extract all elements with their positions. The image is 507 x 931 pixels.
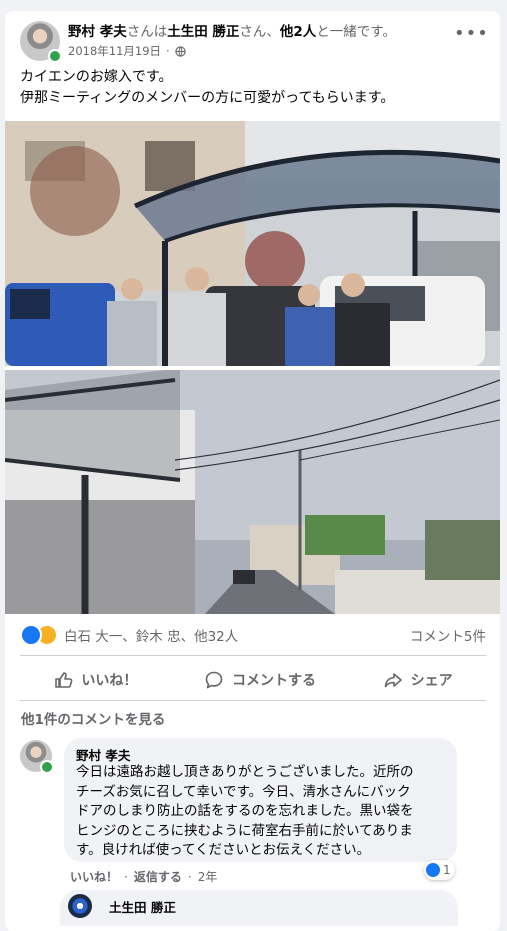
comment-label: コメントする — [231, 673, 316, 689]
thumbs-up-icon — [55, 672, 73, 688]
divider — [20, 700, 486, 701]
post-card: 野村 孝夫さんは土生田 勝正さん、他2人と一緒です。 2018年11月19日 ·… — [5, 11, 500, 931]
comment-text: 今日は遠路お越し頂きありがとうございました。近所の チーズお気に召して幸いです。… — [76, 763, 454, 861]
see-more-comments[interactable]: 他1件のコメントを見る — [21, 708, 165, 728]
post-body: カイエンのお嫁入です。 伊那ミーティングのメンバーの方に可愛がってもらいます。 — [20, 67, 490, 109]
more-options-button[interactable]: ••• — [454, 25, 488, 45]
post-header: 野村 孝夫さんは土生田 勝正さん、他2人と一緒です。 — [68, 23, 448, 41]
comment-age[interactable]: 2年 — [198, 868, 218, 885]
comment-text-line: チーズお気に召して幸いです。今日、清水さんにバック — [76, 783, 411, 800]
comment-button[interactable]: コメントする — [194, 664, 326, 696]
like-label: いいね！ — [81, 673, 138, 689]
share-arrow-icon — [384, 673, 402, 688]
post-date[interactable]: 2018年11月19日 — [68, 43, 161, 59]
others-suffix: と一緒です。 — [316, 24, 396, 40]
share-button[interactable]: シェア — [373, 664, 463, 696]
post-photo-group[interactable] — [5, 121, 500, 366]
comment-icon — [205, 671, 223, 689]
comment-author[interactable]: 野村 孝夫 — [76, 745, 130, 764]
post-actions: いいね！ コメントする シェア — [20, 662, 486, 698]
comment-reply-link[interactable]: 返信する — [134, 868, 182, 885]
tagged-others[interactable]: 他2人 — [280, 24, 316, 40]
with-text: さんは — [126, 24, 168, 40]
like-icon — [20, 624, 42, 646]
reaction-names[interactable]: 白石 大一、鈴木 忠、他32人 — [64, 625, 238, 645]
comment-like-link[interactable]: いいね！ — [70, 868, 118, 885]
online-status-dot — [40, 760, 54, 774]
like-icon — [426, 863, 440, 877]
post-body-line: 伊那ミーティングのメンバーの方に可愛がってもらいます。 — [20, 90, 395, 106]
author-name[interactable]: 野村 孝夫 — [68, 24, 127, 40]
comment-like-count: 1 — [443, 863, 451, 877]
post-body-line: カイエンのお嫁入です。 — [20, 69, 173, 85]
reply-author-avatar[interactable] — [68, 894, 92, 918]
comments-count[interactable]: コメント5件 — [410, 625, 486, 645]
author-avatar[interactable] — [20, 21, 62, 63]
post-meta: 2018年11月19日 · — [68, 43, 186, 59]
online-status-dot — [48, 49, 62, 63]
photo-group-image — [5, 121, 500, 366]
globe-icon[interactable] — [175, 45, 186, 57]
comment-text-line: 今日は遠路お越し頂きありがとうございました。近所の — [76, 764, 414, 780]
comment-text-line: す。良ければ使ってくださいとお伝えください。 — [76, 842, 371, 858]
tagged-user[interactable]: 土生田 勝正 — [167, 24, 239, 40]
share-label: シェア — [410, 673, 453, 689]
comment-reaction-count[interactable]: 1 — [424, 860, 455, 880]
reaction-summary[interactable]: 白石 大一、鈴木 忠、他32人 — [20, 624, 238, 646]
reactions-bar: 白石 大一、鈴木 忠、他32人 コメント5件 — [20, 624, 486, 646]
divider — [20, 655, 486, 656]
comment-actions: いいね！ · 返信する · 2年 — [70, 868, 218, 885]
tagged-suffix: さん、 — [239, 24, 280, 40]
comment-bubble: 野村 孝夫 今日は遠路お越し頂きありがとうございました。近所の チーズお気に召し… — [64, 738, 457, 862]
commenter-avatar[interactable] — [20, 740, 54, 774]
comment-text-line: ドアのしまり防止の話をするのを忘れました。黒い袋を — [76, 803, 414, 819]
comment-text-line: ヒンジのところに挟むように荷室右手前に於いてありま — [76, 822, 413, 839]
post-photo-street[interactable] — [5, 370, 500, 614]
photo-street-image — [5, 370, 500, 614]
reply-author[interactable]: 土生田 勝正 — [109, 897, 176, 916]
like-button[interactable]: いいね！ — [43, 664, 147, 696]
